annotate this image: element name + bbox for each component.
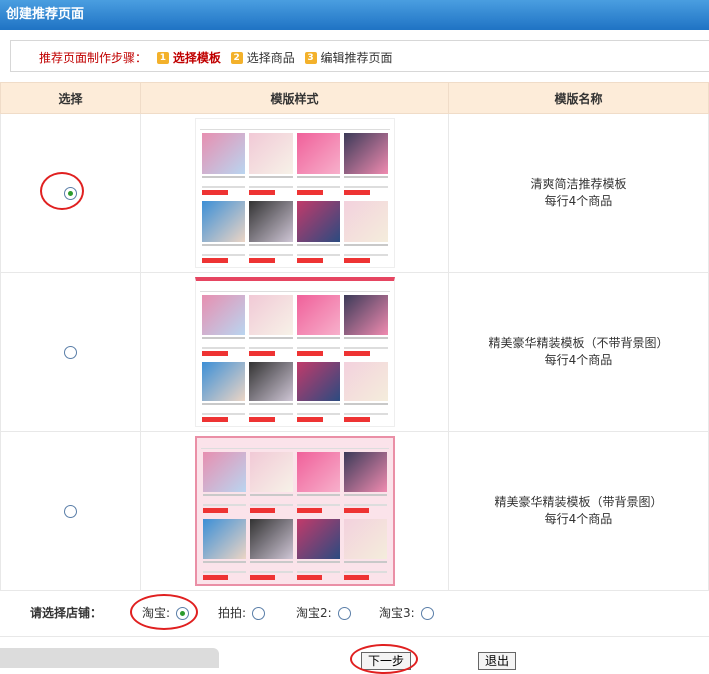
steps-label: 推荐页面制作步骤： xyxy=(39,51,148,65)
step-1-label: 选择模板 xyxy=(172,51,221,65)
store-option-label: 拍拍: xyxy=(218,606,247,620)
store-selector: 请选择店铺： 淘宝: 拍拍: 淘宝2: 淘宝3: xyxy=(0,588,709,637)
template-radio-2[interactable] xyxy=(64,346,77,359)
template-radio-3[interactable] xyxy=(64,505,77,518)
template-name-3: 精美豪华精装模板（带背景图） xyxy=(494,495,663,509)
template-preview-3 xyxy=(194,436,395,586)
template-preview-1 xyxy=(194,118,395,268)
store-label: 请选择店铺： xyxy=(30,606,103,620)
steps-bar: 推荐页面制作步骤： 1 选择模板 2 选择商品 3 编辑推荐页面 xyxy=(10,40,709,72)
step-3-number-icon: 3 xyxy=(304,51,317,64)
template-name-1: 清爽简洁推荐模板 xyxy=(530,177,627,191)
exit-button[interactable]: 退出 xyxy=(478,652,517,670)
step-2-number-icon: 2 xyxy=(230,51,243,64)
footer-bar xyxy=(0,648,219,668)
template-desc-2: 每行4个商品 xyxy=(544,353,613,367)
store-option-paipai[interactable]: 拍拍: xyxy=(218,604,266,621)
step-3-label: 编辑推荐页面 xyxy=(320,51,393,65)
template-desc-3: 每行4个商品 xyxy=(544,512,613,526)
page-title: 创建推荐页面 xyxy=(0,0,709,30)
step-1-number-icon: 1 xyxy=(156,51,169,64)
store-radio-paipai[interactable] xyxy=(252,607,266,620)
template-name-2: 精美豪华精装模板（不带背景图） xyxy=(488,336,669,350)
template-row: 精美豪华精装模板（带背景图） 每行4个商品 xyxy=(0,431,709,591)
header-template-style: 模版样式 xyxy=(140,82,449,114)
highlight-circle-store xyxy=(130,594,198,630)
template-row: 精美豪华精装模板（不带背景图） 每行4个商品 xyxy=(0,272,709,432)
highlight-circle-next xyxy=(350,644,418,674)
template-table: 选择 模版样式 模版名称 清爽简洁推荐模板 每行4个商品 精美豪华精装模板（不带… xyxy=(0,82,709,591)
header-select: 选择 xyxy=(0,82,141,114)
highlight-circle-template xyxy=(40,172,84,210)
store-option-taobao2[interactable]: 淘宝2: xyxy=(296,604,351,621)
store-radio-taobao2[interactable] xyxy=(337,607,351,620)
step-2-label: 选择商品 xyxy=(246,51,295,65)
template-preview-2 xyxy=(194,277,395,427)
template-row: 清爽简洁推荐模板 每行4个商品 xyxy=(0,113,709,273)
template-desc-1: 每行4个商品 xyxy=(544,194,613,208)
store-option-label: 淘宝3: xyxy=(379,606,415,620)
store-option-taobao3[interactable]: 淘宝3: xyxy=(379,604,434,621)
header-template-name: 模版名称 xyxy=(448,82,709,114)
store-option-label: 淘宝2: xyxy=(296,606,332,620)
store-radio-taobao3[interactable] xyxy=(420,607,434,620)
